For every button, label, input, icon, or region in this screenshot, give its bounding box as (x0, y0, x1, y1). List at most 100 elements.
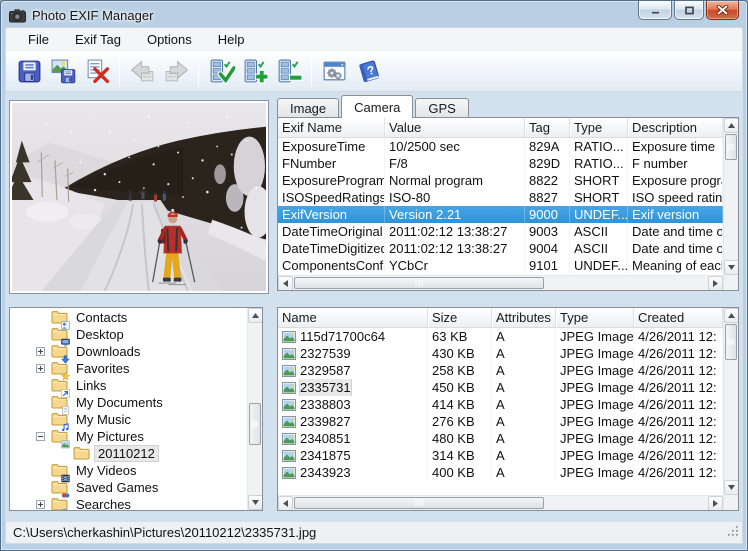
exif-row[interactable]: FNumberF/8829DRATIO...F number (278, 155, 723, 172)
maximize-button[interactable] (674, 1, 704, 20)
vertical-scrollbar[interactable] (723, 118, 738, 290)
tree-item-searches[interactable]: Searches (10, 496, 247, 511)
tree-item-contacts[interactable]: Contacts (10, 309, 247, 326)
tree-expander-plus[interactable] (36, 500, 51, 509)
scrollbar-thumb[interactable] (294, 277, 544, 289)
exif-row[interactable]: ComponentsConfig...YCbCr9101UNDEF...Mean… (278, 257, 723, 274)
exif-row[interactable]: DateTimeOriginal2011:02:12 13:38:279003A… (278, 223, 723, 240)
file-row[interactable]: 2340851480 KBAJPEG Image4/26/2011 12: (278, 430, 723, 447)
column-header-type[interactable]: Type (556, 308, 634, 327)
exif-row[interactable]: DateTimeDigitized2011:02:12 13:38:279004… (278, 240, 723, 257)
exif-tabs: ImageCameraGPS (277, 95, 471, 118)
file-row[interactable]: 2335731450 KBAJPEG Image4/26/2011 12: (278, 379, 723, 396)
scroll-down-button[interactable] (248, 495, 263, 510)
file-row[interactable]: 115d71700c6463 KBAJPEG Image4/26/2011 12… (278, 328, 723, 345)
save-button[interactable] (12, 54, 46, 88)
tree-item-my-documents[interactable]: My Documents (10, 394, 247, 411)
delete-exif-button[interactable] (80, 54, 114, 88)
image-file-icon (282, 433, 296, 445)
column-header-type[interactable]: Type (570, 118, 628, 137)
tree-item-my-videos[interactable]: My Videos (10, 462, 247, 479)
tree-item-label: My Music (73, 412, 134, 427)
column-header-created[interactable]: Created (634, 308, 723, 327)
scrollbar-thumb[interactable] (725, 134, 737, 160)
tab-gps[interactable]: GPS (415, 98, 468, 118)
exif-row[interactable]: ExposureProgramNormal program8822SHORTEx… (278, 172, 723, 189)
window-title: Photo EXIF Manager (32, 8, 153, 23)
options-window-icon (321, 58, 348, 85)
add-exif-button[interactable] (238, 54, 272, 88)
tab-camera[interactable]: Camera (341, 95, 413, 118)
arrow-forward-icon (163, 58, 190, 85)
tree-expander-plus[interactable] (36, 364, 51, 373)
column-header-exif-name[interactable]: Exif Name (278, 118, 385, 137)
column-header-size[interactable]: Size (428, 308, 492, 327)
column-header-description[interactable]: Description (628, 118, 723, 137)
save-image-button[interactable] (46, 54, 80, 88)
column-header-tag[interactable]: Tag (525, 118, 570, 137)
menu-help[interactable]: Help (208, 29, 255, 50)
file-list-header[interactable]: NameSizeAttributesTypeCreated (278, 308, 723, 328)
horizontal-scrollbar[interactable] (278, 495, 723, 510)
music-badge-icon (61, 420, 70, 429)
scroll-left-button[interactable] (278, 496, 293, 511)
options-button[interactable] (317, 54, 351, 88)
tab-image[interactable]: Image (277, 98, 339, 118)
scrollbar-thumb[interactable] (725, 324, 737, 360)
exif-row[interactable]: ISOSpeedRatingsISO-808827SHORTISO speed … (278, 189, 723, 206)
previous-image-button[interactable] (125, 54, 159, 88)
apply-exif-button[interactable] (204, 54, 238, 88)
scrollbar-thumb[interactable] (294, 497, 544, 509)
scroll-down-button[interactable] (724, 480, 739, 495)
file-row[interactable]: 2341875314 KBAJPEG Image4/26/2011 12: (278, 447, 723, 464)
folder-icon (73, 446, 90, 460)
next-image-button[interactable] (159, 54, 193, 88)
remove-exif-button[interactable] (272, 54, 306, 88)
tree-item-my-pictures[interactable]: My Pictures (10, 428, 247, 445)
tree-item-my-music[interactable]: My Music (10, 411, 247, 428)
file-row[interactable]: 2339827276 KBAJPEG Image4/26/2011 12: (278, 413, 723, 430)
exif-row[interactable]: ExposureTime10/2500 sec829ARATIO...Expos… (278, 138, 723, 155)
file-row[interactable]: 2343923400 KBAJPEG Image4/26/2011 12: (278, 464, 723, 481)
tree-expander-minus[interactable] (36, 432, 51, 441)
close-button[interactable] (706, 1, 739, 20)
column-header-value[interactable]: Value (385, 118, 525, 137)
app-window: Photo EXIF Manager File Exif Tag Options He… (0, 0, 748, 551)
minimize-button[interactable] (638, 1, 672, 20)
tree-item-links[interactable]: Links (10, 377, 247, 394)
tree-expander-plus[interactable] (36, 347, 51, 356)
file-row[interactable]: 2327539430 KBAJPEG Image4/26/2011 12: (278, 345, 723, 362)
scroll-right-button[interactable] (708, 496, 723, 511)
scrollbar-thumb[interactable] (249, 403, 261, 445)
titlebar[interactable]: Photo EXIF Manager (5, 1, 743, 27)
exif-row[interactable]: ExifVersionVersion 2.219000UNDEF...Exif … (278, 206, 723, 223)
file-row[interactable]: 2338803414 KBAJPEG Image4/26/2011 12: (278, 396, 723, 413)
file-name: 115d71700c64 (300, 328, 385, 345)
tree-item-favorites[interactable]: Favorites (10, 360, 247, 377)
file-row[interactable]: 2329587258 KBAJPEG Image4/26/2011 12: (278, 362, 723, 379)
column-header-attributes[interactable]: Attributes (492, 308, 556, 327)
exif-table-header[interactable]: Exif NameValueTagTypeDescription (278, 118, 723, 138)
resize-grip-icon[interactable] (726, 524, 739, 540)
tree-item-downloads[interactable]: Downloads (10, 343, 247, 360)
tree-item-saved-games[interactable]: Saved Games (10, 479, 247, 496)
scroll-down-button[interactable] (724, 260, 739, 275)
vertical-scrollbar[interactable] (723, 308, 738, 510)
scroll-up-button[interactable] (724, 118, 739, 133)
menu-file[interactable]: File (18, 29, 59, 50)
menu-exif-tag[interactable]: Exif Tag (65, 29, 131, 50)
help-button[interactable]: ? (351, 54, 385, 88)
help-book-icon: ? (355, 58, 382, 85)
tree-item-label: My Pictures (73, 429, 147, 444)
scroll-left-button[interactable] (278, 276, 293, 291)
horizontal-scrollbar[interactable] (278, 275, 723, 290)
scroll-up-button[interactable] (724, 308, 739, 323)
scroll-right-button[interactable] (708, 276, 723, 291)
menu-options[interactable]: Options (137, 29, 202, 50)
toolbar-separator (198, 56, 199, 86)
column-header-name[interactable]: Name (278, 308, 428, 327)
scroll-up-button[interactable] (248, 308, 263, 323)
vertical-scrollbar[interactable] (247, 308, 262, 510)
tree-item-20110212[interactable]: 20110212 (10, 445, 247, 462)
tree-item-desktop[interactable]: Desktop (10, 326, 247, 343)
